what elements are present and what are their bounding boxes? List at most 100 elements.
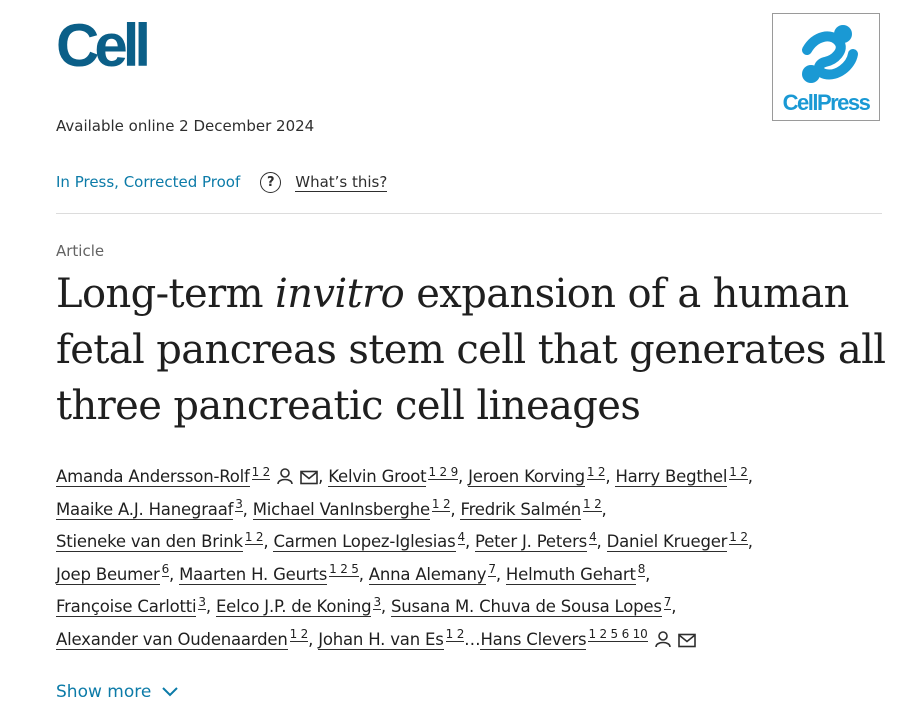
author-line: Amanda Andersson-Rolf 1 2, Kelvin Groot 1 … [56,461,886,494]
author-separator: , [380,597,391,616]
author-name[interactable]: Eelco J.P. de Koning [215,597,372,617]
author-name[interactable]: Jeroen Korving [468,467,585,487]
mail-icon[interactable] [300,470,318,485]
author-name[interactable]: Amanda Andersson-Rolf [56,467,250,487]
author-separator: , [671,597,677,616]
author-item: Françoise Carlotti 3, [56,594,216,617]
affiliation-marks[interactable]: 1 2 5 6 10 [588,627,648,642]
article-type: Article [56,242,105,260]
author-name[interactable]: Maaike A.J. Hanegraaf [56,499,233,520]
author-separator: , [450,499,461,519]
author-name[interactable]: Hans Clevers [480,629,587,650]
affiliation-marks[interactable]: 1 2 9 [428,464,458,480]
help-icon[interactable]: ? [260,171,282,193]
affiliation-marks[interactable]: 1 2 [586,464,606,480]
author-separator: , [596,532,607,551]
author-item: Johan H. van Es 1 2… [318,627,481,650]
person-icon[interactable] [276,467,294,485]
author-item: Amanda Andersson-Rolf 1 2, [56,464,329,487]
affiliation-marks[interactable]: 4 [589,529,597,545]
author-name[interactable]: Helmuth Gehart [505,564,636,585]
author-name[interactable]: Daniel Krueger [606,532,727,552]
author-separator: , [358,564,369,584]
mail-icon[interactable] [677,633,696,648]
author-item: Maarten H. Geurts 1 2 5, [179,562,369,585]
author-separator: , [747,532,753,551]
article-status-row: In Press, Corrected Proof ? What’s this? [56,171,388,193]
article-title: Long-term invitro expansion of a human f… [56,266,896,434]
show-more-label: Show more [56,682,152,702]
author-separator: , [308,629,319,649]
journal-logo[interactable]: Cell [56,14,151,78]
author-separator: , [318,467,329,486]
author-name[interactable]: Stieneke van den Brink [56,532,243,552]
affiliation-marks[interactable]: 1 2 [729,529,748,545]
author-line: Alexander van Oudenaarden 1 2, Johan H. v… [56,624,886,657]
author-item: Hans Clevers 1 2 5 6 10 [480,627,696,650]
author-item: Stieneke van den Brink 1 2, [56,529,274,552]
affiliation-marks[interactable]: 1 2 [431,497,451,512]
person-icon[interactable] [654,630,672,648]
author-name[interactable]: Fredrik Salmén [460,499,581,520]
affiliation-marks[interactable]: 1 2 [251,464,270,480]
affiliation-marks[interactable]: 3 [373,594,381,610]
affiliation-marks[interactable]: 7 [488,562,496,577]
affiliation-marks[interactable]: 1 2 [583,497,602,512]
status-link[interactable]: In Press, Corrected Proof [56,173,240,191]
title-part1: Long-term [56,271,276,317]
author-item: Anna Alemany 7, [368,562,506,585]
author-item: Kelvin Groot 1 2 9, [328,464,469,487]
author-line: Joep Beumer 6, Maarten H. Geurts 1 2 5, An… [56,559,886,592]
affiliation-marks[interactable]: 3 [198,594,206,610]
author-name[interactable]: Françoise Carlotti [56,597,197,617]
title-italic: invitro [275,271,405,317]
author-item: Joep Beumer 6, [56,562,180,585]
author-item: Susana M. Chuva de Sousa Lopes 7, [390,594,677,617]
show-more-button[interactable]: Show more [56,682,179,702]
author-separator: , [169,564,180,584]
author-line: Françoise Carlotti 3, Eelco J.P. de Konin… [56,591,886,624]
author-separator: , [605,467,616,486]
divider [56,213,882,214]
whats-this-link[interactable]: What’s this? [295,173,388,192]
author-item: Daniel Krueger 1 2, [606,529,753,552]
publisher-name: CellPress [782,90,871,115]
cellpress-mark-icon [802,25,858,83]
author-name[interactable]: Peter J. Peters [475,532,587,552]
author-name[interactable]: Maarten H. Geurts [179,564,327,585]
author-line: Stieneke van den Brink 1 2, Carmen Lopez-… [56,526,886,559]
author-name[interactable]: Kelvin Groot [328,467,427,487]
author-separator: , [263,532,274,551]
author-separator: … [464,629,481,649]
author-separator: , [464,532,476,551]
author-name[interactable]: Susana M. Chuva de Sousa Lopes [390,597,662,617]
author-list: Amanda Andersson-Rolf 1 2, Kelvin Groot 1 … [56,461,886,656]
author-item: Maaike A.J. Hanegraaf 3, [56,497,253,520]
affiliation-marks[interactable]: 1 2 5 [329,562,359,577]
author-name[interactable]: Joep Beumer [56,564,160,585]
author-item: Carmen Lopez-Iglesias 4, [273,529,476,552]
affiliation-marks[interactable]: 3 [235,497,243,512]
author-item: Peter J. Peters 4, [475,529,607,552]
affiliation-marks[interactable]: 1 2 [244,529,264,545]
author-separator: , [205,597,216,616]
author-line: Maaike A.J. Hanegraaf 3, Michael VanInsbe… [56,494,886,527]
affiliation-marks[interactable]: 1 2 [289,627,308,642]
author-name[interactable]: Johan H. van Es [318,629,444,650]
affiliation-marks[interactable]: 1 2 [729,464,748,480]
author-name[interactable]: Carmen Lopez-Iglesias [273,532,456,552]
chevron-down-icon [162,687,179,697]
author-separator: , [242,499,253,519]
author-name[interactable]: Michael VanInsberghe [252,499,430,520]
author-name[interactable]: Anna Alemany [368,564,487,585]
author-name[interactable]: Harry Begthel [615,467,727,487]
affiliation-marks[interactable]: 4 [457,529,465,545]
available-online-date: Available online 2 December 2024 [56,117,315,135]
author-name[interactable]: Alexander van Oudenaarden [56,629,288,650]
author-item: Michael VanInsberghe 1 2, [252,497,461,520]
author-item: Eelco J.P. de Koning 3, [215,594,391,617]
affiliation-marks[interactable]: 6 [161,562,169,577]
publisher-logo[interactable]: CellPress [772,13,880,121]
author-separator: , [458,467,469,486]
affiliation-marks[interactable]: 1 2 [445,627,464,642]
